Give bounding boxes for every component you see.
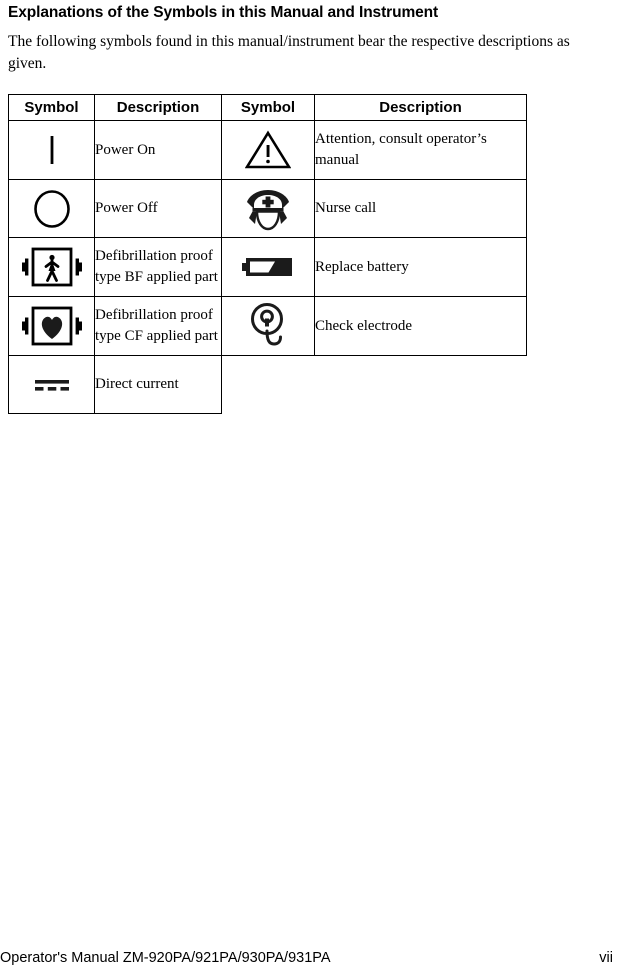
column-header-description-right: Description bbox=[314, 94, 527, 121]
column-header-symbol-right: Symbol bbox=[221, 94, 315, 121]
symbol-cell-nurse-call bbox=[221, 179, 315, 238]
symbol-cell-attention bbox=[221, 120, 315, 180]
symbol-cell-power-off bbox=[8, 179, 95, 238]
check-electrode-icon bbox=[222, 300, 314, 352]
defibrillation-proof-bf-icon bbox=[9, 244, 94, 290]
symbol-cell-check-electrode bbox=[221, 296, 315, 356]
description-cell-nurse-call: Nurse call bbox=[314, 179, 527, 238]
table-row: Power Off Nurse call bbox=[8, 179, 527, 238]
footer-page-number: vii bbox=[599, 950, 613, 966]
symbol-cell-direct-current bbox=[8, 355, 95, 414]
direct-current-icon bbox=[9, 374, 94, 396]
description-cell-power-off: Power Off bbox=[94, 179, 222, 238]
empty-cell bbox=[315, 356, 527, 414]
attention-warning-triangle-icon bbox=[222, 130, 314, 170]
description-cell-defib-cf: Defibrillation proof type CF applied par… bbox=[94, 296, 222, 356]
description-cell-power-on: Power On bbox=[94, 120, 222, 180]
description-cell-check-electrode: Check electrode bbox=[314, 296, 527, 356]
table-row: Direct current bbox=[8, 355, 527, 414]
defibrillation-proof-cf-icon bbox=[9, 303, 94, 349]
table-row: Defibrillation proof type BF applied par… bbox=[8, 237, 527, 297]
description-cell-replace-battery: Replace battery bbox=[314, 237, 527, 297]
table-row: Power On Attention, consult operator’s m… bbox=[8, 120, 527, 180]
symbol-cell-defib-cf bbox=[8, 296, 95, 356]
description-cell-defib-bf: Defibrillation proof type BF applied par… bbox=[94, 237, 222, 297]
intro-paragraph: The following symbols found in this manu… bbox=[8, 33, 570, 72]
symbol-cell-defib-bf bbox=[8, 237, 95, 297]
description-cell-direct-current: Direct current bbox=[94, 355, 222, 414]
symbol-cell-power-on bbox=[8, 120, 95, 180]
symbols-table: Symbol Description Symbol Description Po… bbox=[8, 94, 527, 414]
symbol-cell-replace-battery bbox=[221, 237, 315, 297]
column-header-description-left: Description bbox=[94, 94, 222, 121]
nurse-call-icon bbox=[222, 184, 314, 234]
document-page: Explanations of the Symbols in this Manu… bbox=[0, 0, 619, 973]
column-header-symbol-left: Symbol bbox=[8, 94, 95, 121]
power-off-icon bbox=[9, 187, 94, 231]
table-row: Defibrillation proof type CF applied par… bbox=[8, 296, 527, 356]
page-title: Explanations of the Symbols in this Manu… bbox=[8, 4, 439, 21]
footer-manual-title: Operator's Manual ZM-920PA/921PA/930PA/9… bbox=[0, 950, 331, 966]
table-header-row: Symbol Description Symbol Description bbox=[8, 94, 527, 121]
power-on-icon bbox=[9, 133, 94, 167]
replace-battery-icon bbox=[222, 254, 314, 280]
empty-cell bbox=[222, 356, 315, 414]
description-cell-attention: Attention, consult operator’s manual bbox=[314, 120, 527, 180]
